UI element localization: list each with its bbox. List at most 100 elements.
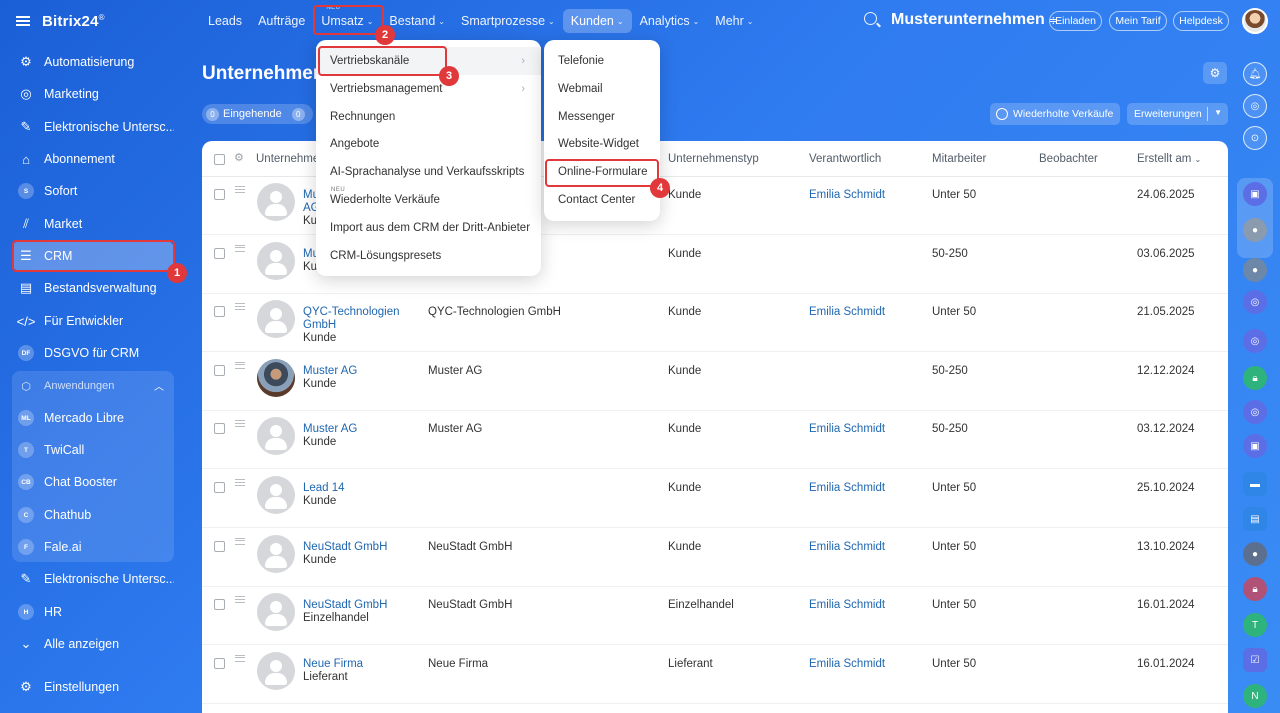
responsible-cell[interactable]: Emilia Schmidt xyxy=(809,423,885,435)
company-avatar[interactable] xyxy=(257,651,295,690)
topnav-kunden[interactable]: Kunden ⌄ xyxy=(562,9,632,33)
show-all-button[interactable]: ⌄ Alle anzeigen xyxy=(12,629,174,659)
rail-copilot-icon-2[interactable]: ◎ xyxy=(1243,329,1267,353)
sidebar-item-market[interactable]: ⫽ Market xyxy=(12,209,174,239)
topnav-smartprozesse[interactable]: Smartprozesse ⌄ xyxy=(453,9,563,33)
table-row[interactable]: NeuStadt GmbH Kunde NeuStadt GmbH Kunde Emil… xyxy=(202,529,1228,587)
repeat-sales-button[interactable]: Wiederholte Verkäufe xyxy=(990,103,1120,125)
sidebar-item-abonnement[interactable]: ⌂ Abonnement xyxy=(12,144,174,174)
sidebar-item-für-entwickler[interactable]: </> Für Entwickler xyxy=(12,306,174,336)
channel-item-telefonie[interactable]: Telefonie xyxy=(544,47,660,75)
row-checkbox[interactable] xyxy=(214,423,225,435)
rail-avatar-2[interactable]: ● xyxy=(1243,258,1267,282)
row-checkbox[interactable] xyxy=(214,306,225,318)
col-observer[interactable]: Beobachter xyxy=(1039,153,1098,165)
channel-item-contact-center[interactable]: Contact Center xyxy=(544,186,660,214)
company-avatar[interactable] xyxy=(257,476,295,514)
row-checkbox[interactable] xyxy=(214,364,225,376)
company-title[interactable]: Musterunternehmen ≑ xyxy=(891,11,1058,29)
sidebar-item-elektronische-untersc[interactable]: ✎ Elektronische Untersc... xyxy=(12,112,174,142)
user-avatar[interactable] xyxy=(1242,8,1268,34)
responsible-cell[interactable]: Emilia Schmidt xyxy=(809,306,885,318)
umsatz-menu-item-rechnungen[interactable]: Rechnungen xyxy=(316,103,541,131)
channel-item-website-widget[interactable]: Website-Widget xyxy=(544,130,660,158)
rail-copilot-icon[interactable]: ◎ xyxy=(1243,290,1267,314)
rail-app-icon-2[interactable]: ▣ xyxy=(1243,434,1267,458)
drag-handle-icon[interactable] xyxy=(235,654,245,662)
app-item-chathub[interactable]: C Chathub xyxy=(12,500,174,530)
responsible-cell[interactable]: Emilia Schmidt xyxy=(809,189,885,201)
rail-t-icon[interactable]: T xyxy=(1243,613,1267,637)
drag-handle-icon[interactable] xyxy=(235,244,245,252)
row-checkbox[interactable] xyxy=(214,482,225,493)
sidebar-item-hr[interactable]: H HR xyxy=(12,597,174,627)
table-row[interactable]: Neue Firma Lieferant Neue Firma Lieferant Em… xyxy=(202,646,1228,704)
umsatz-menu-item-import-aus-dem-crm-der-dritt-anbieter[interactable]: Import aus dem CRM der Dritt-Anbieter xyxy=(316,214,541,242)
company-avatar[interactable] xyxy=(257,183,295,221)
col-name[interactable]: Unternehme xyxy=(256,153,319,165)
invite-button[interactable]: Einladen xyxy=(1049,11,1102,31)
rail-task-check-icon[interactable]: ☑ xyxy=(1243,648,1267,672)
sidebar-item-marketing[interactable]: ◎ Marketing xyxy=(12,79,174,109)
menu-burger-icon[interactable] xyxy=(16,16,30,26)
umsatz-menu-item-vertriebsmanagement[interactable]: Vertriebsmanagement › xyxy=(316,75,541,103)
app-logo[interactable]: Bitrix24® xyxy=(42,13,105,30)
apps-header[interactable]: ⬡ Anwendungen ︿ xyxy=(12,375,174,397)
col-created[interactable]: Erstellt am ⌄ xyxy=(1137,153,1201,165)
topnav-leads[interactable]: Leads xyxy=(200,9,250,33)
app-item-mercado-libre[interactable]: ML Mercado Libre xyxy=(12,403,174,433)
umsatz-menu-item-angebote[interactable]: Angebote xyxy=(316,130,541,158)
row-checkbox[interactable] xyxy=(214,189,225,200)
rail-avatar-1[interactable]: ● xyxy=(1243,218,1267,242)
chevron-down-icon[interactable]: ▼ xyxy=(1214,108,1222,117)
drag-handle-icon[interactable] xyxy=(235,303,245,311)
company-name-cell[interactable]: Muster AG Kunde xyxy=(303,423,357,449)
topnav-analytics[interactable]: Analytics ⌄ xyxy=(632,9,708,33)
topnav-mehr[interactable]: Mehr ⌄ xyxy=(707,9,761,33)
rail-app-icon[interactable]: ▣ xyxy=(1243,182,1267,206)
umsatz-menu-item-crm-lösungspresets[interactable]: CRM-Lösungspresets xyxy=(316,242,541,270)
channel-item-webmail[interactable]: Webmail xyxy=(544,75,660,103)
company-name-cell[interactable]: Neue Firma Lieferant xyxy=(303,658,363,684)
app-item-chat-booster[interactable]: CB Chat Booster xyxy=(12,467,174,497)
responsible-cell[interactable]: Emilia Schmidt xyxy=(809,658,885,670)
extensions-button[interactable]: Erweiterungen ▼ xyxy=(1127,103,1228,125)
company-avatar[interactable] xyxy=(257,241,295,280)
table-row[interactable]: QYC-Technologien GmbH Kunde QYC-Technologie… xyxy=(202,294,1228,353)
company-name-cell[interactable]: NeuStadt GmbH Einzelhandel xyxy=(303,599,387,625)
drag-handle-icon[interactable] xyxy=(235,420,245,428)
row-checkbox[interactable] xyxy=(214,247,225,259)
rail-avatar-3[interactable]: ● xyxy=(1243,542,1267,566)
drag-handle-icon[interactable] xyxy=(235,361,245,369)
sidebar-item-sofort[interactable]: S Sofort xyxy=(12,176,174,206)
table-row[interactable]: Muster AG Kunde Muster AG Kunde 50-250 12.12.… xyxy=(202,353,1228,411)
rail-contact-card-icon[interactable]: ▤ xyxy=(1243,507,1267,531)
sidebar-item-automatisierung[interactable]: ⚙ Automatisierung xyxy=(12,47,174,77)
company-avatar[interactable] xyxy=(257,300,295,339)
copilot-icon[interactable]: ◎ xyxy=(1243,94,1267,118)
company-avatar[interactable] xyxy=(257,593,295,632)
responsible-cell[interactable]: Emilia Schmidt xyxy=(809,541,885,553)
responsible-cell[interactable]: Emilia Schmidt xyxy=(809,599,885,611)
row-checkbox[interactable] xyxy=(214,657,225,669)
helpdesk-button[interactable]: Helpdesk xyxy=(1173,11,1229,31)
select-all-checkbox[interactable] xyxy=(214,154,225,165)
drag-handle-icon[interactable] xyxy=(235,596,245,604)
company-avatar[interactable] xyxy=(257,358,295,397)
company-avatar[interactable] xyxy=(257,417,295,456)
topnav-aufträge[interactable]: Aufträge xyxy=(250,9,313,33)
company-name-cell[interactable]: QYC-Technologien GmbH Kunde xyxy=(303,306,400,345)
app-item-twicall[interactable]: T TwiCall xyxy=(12,435,174,465)
company-name-cell[interactable]: NeuStadt GmbH Kunde xyxy=(303,541,387,567)
chat-search-icon[interactable]: ⊙ xyxy=(1243,126,1267,150)
company-avatar[interactable] xyxy=(257,534,295,573)
row-checkbox[interactable] xyxy=(214,599,225,611)
rail-copilot-icon-3[interactable]: ◎ xyxy=(1243,400,1267,424)
drag-handle-icon[interactable] xyxy=(235,186,245,193)
drag-handle-icon[interactable] xyxy=(235,537,245,545)
app-item-fale-ai[interactable]: F Fale.ai xyxy=(12,532,174,562)
sidebar-item-bestandsverwaltung[interactable]: ▤ Bestandsverwaltung xyxy=(12,273,174,303)
company-name-cell[interactable]: Muster AG Kunde xyxy=(303,365,357,391)
rail-chat-icon[interactable]: ▬ xyxy=(1243,472,1267,496)
sidebar-item-dsgvo-für-crm[interactable]: DF DSGVO für CRM xyxy=(12,338,174,368)
